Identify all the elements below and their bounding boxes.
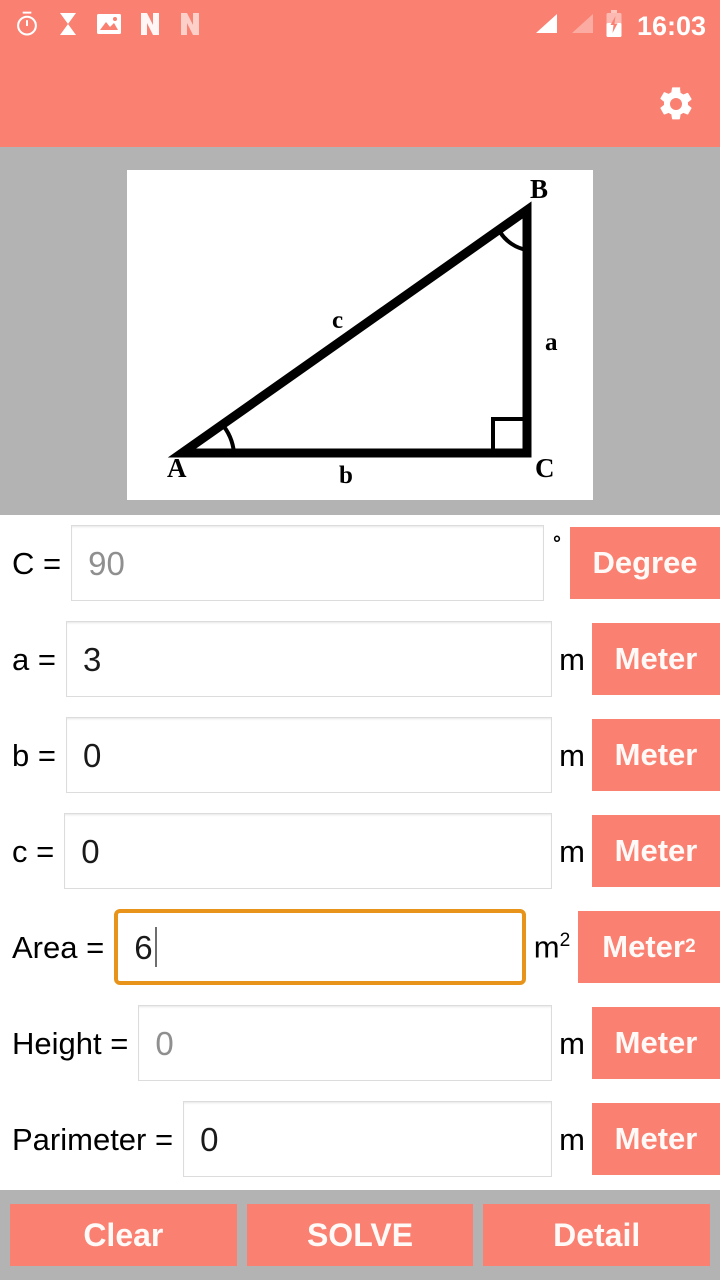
app-screen: 16:03 A B C b a c C = 90 ° Degree a = 3 …	[0, 0, 720, 1280]
battery-charging-icon	[605, 9, 623, 43]
unit-button-side-b[interactable]: Meter	[592, 719, 720, 791]
svg-text:B: B	[530, 174, 548, 204]
status-bar-right-icons: 16:03	[533, 9, 706, 43]
unit-button-perimeter-label: Meter	[614, 1121, 698, 1156]
svg-text:C: C	[535, 453, 555, 483]
alarm-clock-icon	[14, 11, 40, 42]
input-side-c-value: 0	[81, 832, 100, 870]
input-side-c[interactable]: 0	[64, 813, 552, 889]
nimbus-note-icon	[138, 11, 162, 42]
unit-area-base: m	[533, 929, 560, 965]
text-cursor	[154, 927, 157, 967]
unit-button-height[interactable]: Meter	[592, 1007, 720, 1079]
input-perimeter-value: 0	[200, 1120, 219, 1158]
status-bar: 16:03	[0, 0, 720, 52]
unit-button-perimeter[interactable]: Meter	[592, 1103, 720, 1175]
detail-button[interactable]: Detail	[483, 1204, 711, 1266]
form-row-height: Height = 0 m Meter	[0, 995, 720, 1091]
unit-area-exponent: 2	[559, 930, 571, 952]
input-perimeter[interactable]: 0	[183, 1101, 552, 1177]
svg-text:b: b	[339, 462, 353, 489]
unit-button-height-label: Meter	[614, 1025, 698, 1060]
diagram-panel: A B C b a c	[0, 147, 720, 515]
unit-button-degree-label: Degree	[592, 545, 698, 580]
right-triangle-diagram: A B C b a c	[127, 170, 593, 500]
label-angle-c: C =	[12, 545, 62, 581]
unit-button-side-c-label: Meter	[614, 833, 698, 868]
unit-button-side-a[interactable]: Meter	[592, 623, 720, 695]
input-side-b-value: 0	[82, 736, 102, 774]
input-side-a[interactable]: 3	[65, 621, 552, 697]
app-bar	[0, 52, 720, 147]
svg-text:A: A	[167, 453, 187, 483]
status-bar-clock: 16:03	[636, 10, 706, 41]
unit-button-side-b-label: Meter	[614, 737, 698, 772]
form-row-side-b: b = 0 m Meter	[0, 707, 720, 803]
label-perimeter: Parimeter =	[12, 1121, 174, 1157]
input-side-b[interactable]: 0	[65, 717, 552, 793]
unit-button-area-exponent: 2	[685, 936, 696, 957]
label-side-b: b =	[12, 737, 56, 773]
nimbus-note-icon-dim	[178, 11, 202, 42]
input-angle-c[interactable]: 90	[71, 525, 544, 601]
input-area-value: 6	[134, 928, 153, 966]
unit-button-degree[interactable]: Degree	[570, 527, 720, 599]
unit-side-a: m	[559, 641, 585, 677]
label-side-a: a =	[12, 641, 56, 677]
signal-full-icon	[533, 12, 559, 41]
form-row-side-a: a = 3 m Meter	[0, 611, 720, 707]
input-side-a-value: 3	[82, 640, 102, 678]
label-side-c: c =	[12, 833, 55, 869]
image-icon	[96, 12, 122, 41]
action-bar: Clear SOLVE Detail	[0, 1190, 720, 1280]
unit-button-side-a-label: Meter	[614, 641, 698, 676]
status-bar-left-icons	[14, 11, 202, 42]
unit-height: m	[559, 1025, 585, 1061]
form-row-side-c: c = 0 m Meter	[0, 803, 720, 899]
form-row-perimeter: Parimeter = 0 m Meter	[0, 1091, 720, 1187]
unit-side-c: m	[559, 833, 585, 869]
unit-button-area[interactable]: Meter 2	[578, 911, 720, 983]
gear-icon	[656, 84, 696, 129]
solve-button[interactable]: SOLVE	[246, 1204, 474, 1266]
calculator-form: C = 90 ° Degree a = 3 m Meter b = 0 m Me…	[0, 515, 720, 1190]
unit-perimeter: m	[559, 1121, 585, 1157]
input-area[interactable]: 6	[114, 909, 526, 985]
settings-button[interactable]	[654, 84, 698, 128]
unit-degree-symbol: °	[553, 533, 561, 555]
form-row-area: Area = 6 m2 Meter 2	[0, 899, 720, 995]
label-height: Height =	[12, 1025, 129, 1061]
signal-empty-icon	[569, 12, 595, 41]
label-area: Area =	[12, 929, 105, 965]
unit-button-area-label: Meter	[602, 929, 685, 964]
input-angle-c-value: 90	[88, 544, 125, 582]
hourglass-icon	[56, 11, 80, 42]
clear-button[interactable]: Clear	[10, 1204, 237, 1266]
form-row-angle-c: C = 90 ° Degree	[0, 515, 720, 611]
unit-side-b: m	[559, 737, 585, 773]
unit-area: m2	[526, 931, 578, 962]
svg-text:c: c	[332, 307, 343, 334]
input-height[interactable]: 0	[138, 1005, 552, 1081]
svg-text:a: a	[545, 329, 558, 356]
unit-button-side-c[interactable]: Meter	[592, 815, 720, 887]
input-height-value: 0	[155, 1024, 174, 1062]
